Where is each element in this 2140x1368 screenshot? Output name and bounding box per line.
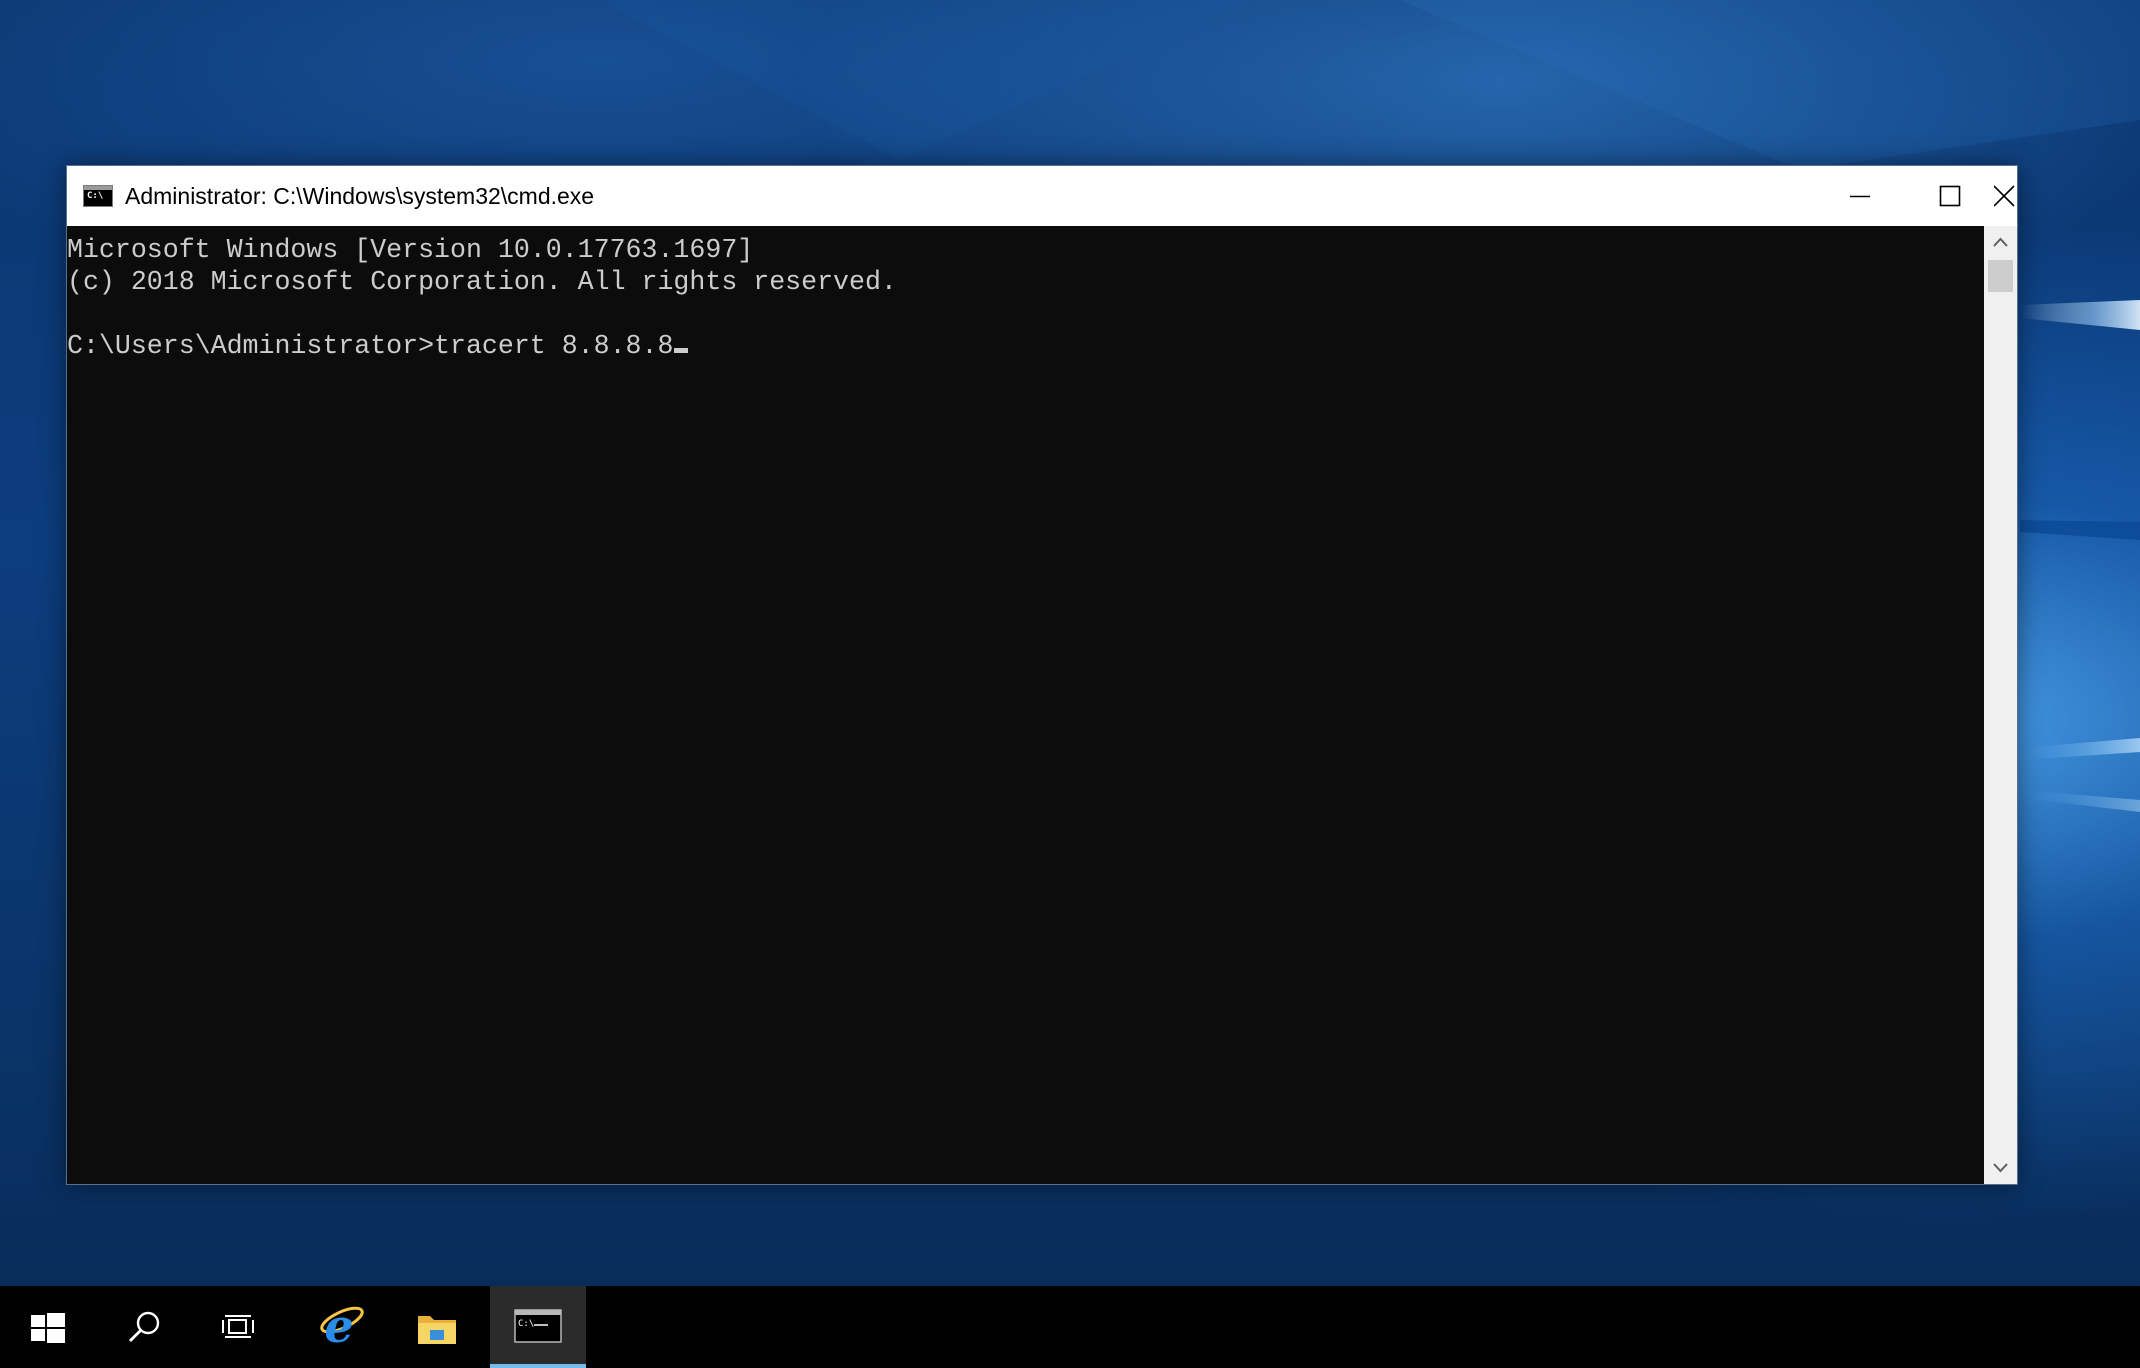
task-view-button[interactable] <box>192 1286 288 1368</box>
text-cursor <box>674 348 689 353</box>
desktop-background: C:\ Administrator: C:\Windows\system32\c… <box>0 0 2140 1368</box>
minimize-icon <box>1850 195 1870 198</box>
scroll-thumb[interactable] <box>1988 260 2013 292</box>
svg-text:e: e <box>324 1299 353 1353</box>
folder-icon <box>418 1316 456 1344</box>
title-bar[interactable]: C:\ Administrator: C:\Windows\system32\c… <box>67 166 2017 226</box>
console-line: (c) 2018 Microsoft Corporation. All righ… <box>67 267 897 297</box>
cmd-icon-bar <box>84 186 112 190</box>
minimize-button[interactable] <box>1814 166 1904 226</box>
search-icon <box>129 1311 160 1342</box>
windows-logo-icon <box>31 1313 65 1343</box>
console-line: Microsoft Windows [Version 10.0.17763.16… <box>67 235 754 265</box>
close-icon <box>1994 185 2015 207</box>
internet-explorer-button[interactable]: e <box>288 1286 384 1368</box>
active-indicator <box>490 1364 586 1368</box>
cmd-icon: C:\ <box>514 1309 562 1343</box>
console-output[interactable]: Microsoft Windows [Version 10.0.17763.16… <box>67 226 1985 1184</box>
chevron-up-icon <box>1993 237 2008 247</box>
window-title: Administrator: C:\Windows\system32\cmd.e… <box>125 183 595 209</box>
maximize-icon <box>1939 185 1961 207</box>
taskbar: e C:\ <box>0 1286 2140 1368</box>
console-prompt-line: C:\Users\Administrator>tracert 8.8.8.8 <box>67 331 674 361</box>
svg-text:C:\: C:\ <box>518 1319 534 1329</box>
vertical-scrollbar[interactable] <box>1984 226 2017 1184</box>
chevron-down-icon <box>1993 1163 2008 1173</box>
internet-explorer-icon: e <box>320 1299 364 1353</box>
scroll-down-button[interactable] <box>1984 1151 2017 1184</box>
scroll-up-button[interactable] <box>1984 226 2017 259</box>
command-prompt-taskbar-button[interactable]: C:\ <box>490 1286 586 1368</box>
task-view-icon <box>222 1315 254 1338</box>
file-explorer-button[interactable] <box>384 1286 480 1368</box>
close-button[interactable] <box>1994 166 2018 226</box>
start-button[interactable] <box>0 1286 96 1368</box>
cmd-icon-label: C:\ <box>87 191 104 201</box>
cmd-icon[interactable]: C:\ <box>83 185 113 207</box>
maximize-button[interactable] <box>1904 166 1994 226</box>
search-button[interactable] <box>96 1286 192 1368</box>
cmd-window[interactable]: C:\ Administrator: C:\Windows\system32\c… <box>66 165 2018 1185</box>
